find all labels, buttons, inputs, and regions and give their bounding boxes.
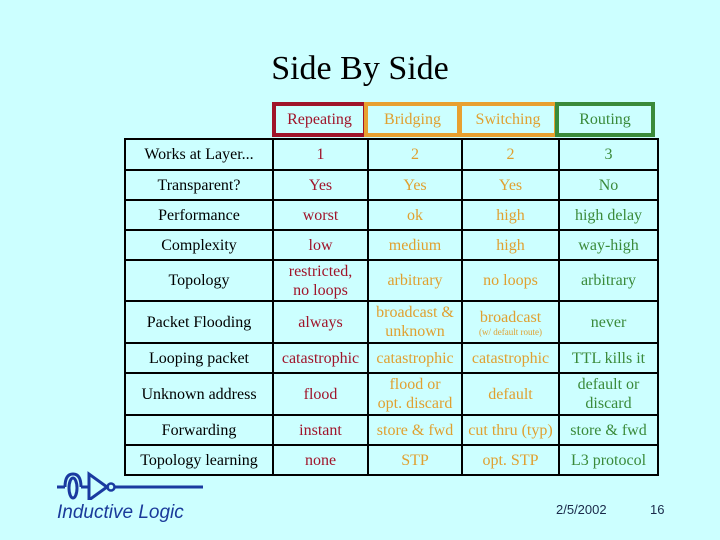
table-row: Looping packet catastrophic catastrophic… [124, 342, 659, 374]
cell-routing: store & fwd [558, 414, 659, 446]
logo-text: Inductive Logic [57, 502, 184, 523]
cell-routing: 3 [558, 138, 659, 171]
slide-title: Side By Side [271, 50, 449, 87]
cell-routing: arbitrary [558, 259, 659, 302]
column-header-repeating: Repeating [272, 102, 367, 137]
cell-line: opt. discard [377, 395, 453, 412]
cell-switching: default [461, 372, 560, 416]
cell-routing: never [558, 300, 659, 344]
table-row: Works at Layer... 1 2 2 3 [124, 138, 659, 171]
cell-repeating: restricted, no loops [272, 259, 369, 302]
column-header-routing: Routing [555, 102, 655, 137]
cell-repeating: 1 [272, 138, 369, 171]
row-label: Topology [124, 259, 274, 302]
row-label: Unknown address [124, 372, 274, 416]
cell-note: (w/ default route) [479, 326, 542, 337]
table-row: Performance worst ok high high delay [124, 199, 659, 231]
table-row: Packet Flooding always broadcast & unkno… [124, 300, 659, 344]
cell-switching: 2 [461, 138, 560, 171]
cell-line: flood or [389, 376, 441, 393]
table-row: Complexity low medium high way-high [124, 229, 659, 261]
row-label: Looping packet [124, 342, 274, 374]
row-label: Complexity [124, 229, 274, 261]
cell-routing: L3 protocol [558, 444, 659, 476]
cell-switching: high [461, 199, 560, 231]
cell-routing: default or discard [558, 372, 659, 416]
comparison-table: Works at Layer... 1 2 2 3 Transparent? Y… [124, 138, 659, 476]
row-label: Transparent? [124, 169, 274, 201]
cell-repeating: worst [272, 199, 369, 231]
row-label: Performance [124, 199, 274, 231]
cell-bridging: flood or opt. discard [367, 372, 463, 416]
cell-repeating: low [272, 229, 369, 261]
row-label: Packet Flooding [124, 300, 274, 344]
table-row: Forwarding instant store & fwd cut thru … [124, 414, 659, 446]
cell-repeating: flood [272, 372, 369, 416]
cell-routing: high delay [558, 199, 659, 231]
cell-bridging: catastrophic [367, 342, 463, 374]
page-number: 16 [650, 502, 665, 517]
cell-bridging: arbitrary [367, 259, 463, 302]
table-row: Transparent? Yes Yes Yes No [124, 169, 659, 201]
cell-bridging: 2 [367, 138, 463, 171]
cell-switching: opt. STP [461, 444, 560, 476]
inductor-inverter-logo-icon [57, 471, 203, 500]
cell-switching: broadcast (w/ default route) [461, 300, 560, 344]
cell-switching: catastrophic [461, 342, 560, 374]
cell-line: discard [585, 395, 632, 412]
cell-bridging: medium [367, 229, 463, 261]
row-label: Forwarding [124, 414, 274, 446]
cell-routing: way-high [558, 229, 659, 261]
cell-switching: Yes [461, 169, 560, 201]
cell-line: default or [577, 376, 640, 393]
cell-repeating: catastrophic [272, 342, 369, 374]
cell-bridging: ok [367, 199, 463, 231]
slide-date: 2/5/2002 [556, 502, 607, 517]
cell-bridging: STP [367, 444, 463, 476]
cell-repeating: always [272, 300, 369, 344]
cell-bridging: store & fwd [367, 414, 463, 446]
cell-line: restricted, [288, 262, 353, 280]
cell-routing: No [558, 169, 659, 201]
cell-switching: cut thru (typ) [461, 414, 560, 446]
cell-repeating: instant [272, 414, 369, 446]
column-header-switching: Switching [458, 102, 558, 137]
cell-switching: high [461, 229, 560, 261]
cell-line: no loops [293, 281, 348, 299]
cell-line: unknown [385, 323, 445, 340]
column-header-bridging: Bridging [364, 102, 461, 137]
cell-routing: TTL kills it [558, 342, 659, 374]
cell-repeating: none [272, 444, 369, 476]
table-row: Topology restricted, no loops arbitrary … [124, 259, 659, 302]
row-label: Works at Layer... [124, 138, 274, 171]
cell-line: broadcast [479, 308, 542, 326]
cell-line: broadcast & [376, 304, 454, 321]
cell-switching: no loops [461, 259, 560, 302]
table-row: Unknown address flood flood or opt. disc… [124, 372, 659, 416]
cell-bridging: Yes [367, 169, 463, 201]
cell-repeating: Yes [272, 169, 369, 201]
cell-bridging: broadcast & unknown [367, 300, 463, 344]
